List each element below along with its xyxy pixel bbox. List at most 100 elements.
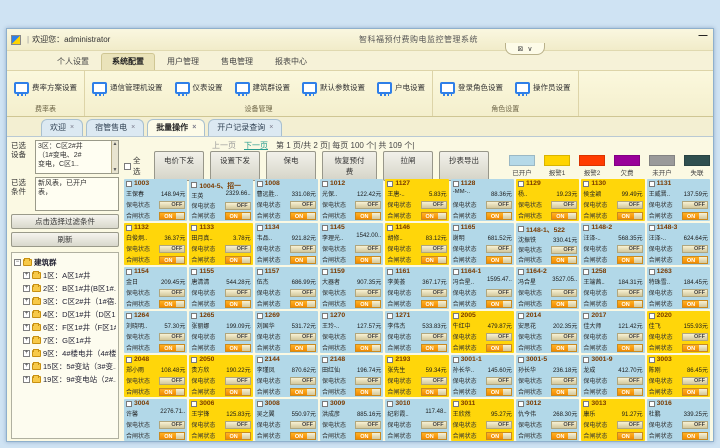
- meter-card[interactable]: 1165谢明681.52元保电状态OFF合闸状态ON: [451, 223, 514, 265]
- meter-card[interactable]: 1133田月真..3.78元保电状态OFF合闸状态ON: [189, 223, 252, 265]
- card-checkbox[interactable]: [257, 225, 263, 231]
- meter-card[interactable]: 2193张先生59.34元保电状态OFF合闸状态ON: [385, 355, 448, 397]
- meter-card[interactable]: 1154金日209.45元保电状态OFF合闸状态ON: [124, 267, 187, 309]
- meter-card[interactable]: 1258王端茜..184.31元保电状态OFF合闸状态ON: [581, 267, 644, 309]
- meter-card[interactable]: 1012光保..122.42元保电状态OFF合闸状态ON: [320, 179, 383, 221]
- card-checkbox[interactable]: [257, 181, 263, 187]
- menu-tab-售电管理[interactable]: 售电管理: [211, 54, 263, 70]
- card-checkbox[interactable]: [583, 357, 589, 363]
- tree-item[interactable]: +4区：D区1#井（D区1..: [14, 308, 116, 321]
- meter-card[interactable]: 1164-2冯合星3527.05..保电状态OFF合闸状态ON: [516, 267, 579, 309]
- meter-card[interactable]: 3009洪成彦885.16元保电状态OFF合闸状态ON: [320, 399, 383, 441]
- menu-tab-个人设置[interactable]: 个人设置: [47, 54, 99, 70]
- card-checkbox[interactable]: [649, 269, 655, 275]
- toolbar-button-设置下发[interactable]: 设置下发: [210, 151, 260, 181]
- meter-card[interactable]: 1271李伟杰533.83元保电状态OFF合闸状态ON: [385, 311, 448, 353]
- card-checkbox[interactable]: [583, 269, 589, 275]
- card-checkbox[interactable]: [126, 225, 132, 231]
- chevron-down-icon[interactable]: ∨: [527, 45, 532, 53]
- meter-card[interactable]: 2014安思花202.35元保电状态OFF合闸状态ON: [516, 311, 579, 353]
- skin-switcher[interactable]: ⊠ ∨: [505, 43, 545, 55]
- meter-card[interactable]: 1130侯金颖99.49元保电状态OFF合闸状态ON: [581, 179, 644, 221]
- meter-card[interactable]: 3016杜鹏339.25元保电状态OFF合闸状态ON: [647, 399, 710, 441]
- card-checkbox[interactable]: [518, 181, 524, 187]
- meter-card[interactable]: 2005牛红中479.87元保电状态OFF合闸状态ON: [451, 311, 514, 353]
- refresh-button[interactable]: 刷新: [11, 232, 119, 247]
- tree-item[interactable]: +2区：B区1#井(B区1#..: [14, 282, 116, 295]
- card-checkbox[interactable]: [649, 181, 655, 187]
- tree-item[interactable]: +7区：G区1#井: [14, 334, 116, 347]
- skin-icon[interactable]: ⊠: [518, 45, 524, 53]
- card-checkbox[interactable]: [322, 357, 328, 363]
- card-checkbox[interactable]: [126, 269, 132, 275]
- card-checkbox[interactable]: [518, 357, 524, 363]
- meter-card[interactable]: 3011王欣然95.27元保电状态OFF合闸状态ON: [451, 399, 514, 441]
- meter-card[interactable]: 2020佳飞155.93元保电状态OFF合闸状态ON: [647, 311, 710, 353]
- card-checkbox[interactable]: [453, 401, 459, 407]
- doc-tab-批量操作[interactable]: 批量操作×: [147, 119, 205, 136]
- meter-card[interactable]: 1161李美荟367.17元保电状态OFF合闸状态ON: [385, 267, 448, 309]
- tree-item[interactable]: +19区：9#变电站（2#..: [14, 373, 116, 386]
- card-checkbox[interactable]: [191, 401, 197, 407]
- card-checkbox[interactable]: [518, 226, 524, 232]
- card-checkbox[interactable]: [191, 357, 197, 363]
- card-checkbox[interactable]: [387, 313, 393, 319]
- card-checkbox[interactable]: [583, 181, 589, 187]
- meter-card[interactable]: 3003陈刚86.45元保电状态OFF合闸状态ON: [647, 355, 710, 397]
- card-checkbox[interactable]: [126, 357, 132, 363]
- card-checkbox[interactable]: [387, 269, 393, 275]
- doc-tab-欢迎[interactable]: 欢迎×: [41, 119, 83, 136]
- expand-icon[interactable]: +: [23, 285, 30, 292]
- next-page-link[interactable]: 下一页: [244, 140, 268, 151]
- tree-item[interactable]: +6区：F区1#井（F区1#..: [14, 321, 116, 334]
- expand-icon[interactable]: +: [23, 272, 30, 279]
- close-icon[interactable]: ×: [131, 124, 135, 131]
- ribbon-button[interactable]: 操作员设置: [512, 80, 574, 96]
- checkbox-icon[interactable]: [124, 163, 131, 170]
- doc-tab-开户记录查询[interactable]: 开户记录查询×: [208, 119, 282, 136]
- meter-card[interactable]: 3010纪彩霞..117.48..保电状态OFF合闸状态ON: [385, 399, 448, 441]
- meter-card[interactable]: 1148-1、522沈振铁330.41元保电状态OFF合闸状态ON: [516, 223, 579, 265]
- card-checkbox[interactable]: [453, 225, 459, 231]
- card-checkbox[interactable]: [257, 401, 263, 407]
- meter-card[interactable]: 2050贵方欣190.22元保电状态OFF合闸状态ON: [189, 355, 252, 397]
- ribbon-button[interactable]: 通信管理机设置: [89, 80, 166, 96]
- meter-card[interactable]: 1134韦品..921.82元保电状态OFF合闸状态ON: [255, 223, 318, 265]
- card-checkbox[interactable]: [387, 357, 393, 363]
- card-checkbox[interactable]: [583, 313, 589, 319]
- meter-card[interactable]: 1132白俊炯..36.37元保电状态OFF合闸状态ON: [124, 223, 187, 265]
- card-checkbox[interactable]: [453, 357, 459, 363]
- card-checkbox[interactable]: [191, 313, 197, 319]
- meter-card[interactable]: 1146胡修..83.12元保电状态OFF合闸状态ON: [385, 223, 448, 265]
- meter-card[interactable]: 1003王保春148.94元保电状态OFF合闸状态ON: [124, 179, 187, 221]
- card-checkbox[interactable]: [649, 401, 655, 407]
- expand-icon[interactable]: +: [23, 324, 30, 331]
- tree-item[interactable]: +1区：A区1#井: [14, 269, 116, 282]
- meter-card[interactable]: 2144李瑾凤870.62元保电状态OFF合闸状态ON: [255, 355, 318, 397]
- card-checkbox[interactable]: [387, 225, 393, 231]
- card-checkbox[interactable]: [649, 225, 655, 231]
- card-checkbox[interactable]: [322, 313, 328, 319]
- toolbar-button-抄表导出[interactable]: 抄表导出: [439, 151, 489, 181]
- card-checkbox[interactable]: [453, 313, 459, 319]
- ribbon-button[interactable]: 默认参数设置: [299, 80, 368, 96]
- card-checkbox[interactable]: [387, 181, 393, 187]
- card-checkbox[interactable]: [322, 181, 328, 187]
- ribbon-button[interactable]: 仪表设置: [172, 80, 226, 96]
- collapse-icon[interactable]: −: [14, 259, 21, 266]
- meter-card[interactable]: 1128-MM-..88.36元保电状态OFF合闸状态ON: [451, 179, 514, 221]
- ribbon-button[interactable]: 建筑群设置: [232, 80, 294, 96]
- close-icon[interactable]: ×: [269, 124, 273, 131]
- toolbar-button-保电[interactable]: 保电: [266, 151, 316, 181]
- card-checkbox[interactable]: [126, 313, 132, 319]
- meter-card[interactable]: 1131王威晋..137.59元保电状态OFF合闸状态ON: [647, 179, 710, 221]
- meter-card[interactable]: 1269刘国华531.72元保电状态OFF合闸状态ON: [255, 311, 318, 353]
- meter-card[interactable]: 2048郑小雨108.48元保电状态OFF合闸状态ON: [124, 355, 187, 397]
- meter-card[interactable]: 1264刘晓明..57.30元保电状态OFF合闸状态ON: [124, 311, 187, 353]
- ribbon-button[interactable]: 户电设置: [374, 80, 428, 96]
- meter-card[interactable]: 1127王唐-..5.83元保电状态OFF合闸状态ON: [385, 179, 448, 221]
- card-checkbox[interactable]: [649, 357, 655, 363]
- meter-card[interactable]: 1164-1冯合星..1595.47..保电状态OFF合闸状态ON: [451, 267, 514, 309]
- expand-icon[interactable]: +: [23, 363, 30, 370]
- meter-card[interactable]: 1270王玲-..127.57元保电状态OFF合闸状态ON: [320, 311, 383, 353]
